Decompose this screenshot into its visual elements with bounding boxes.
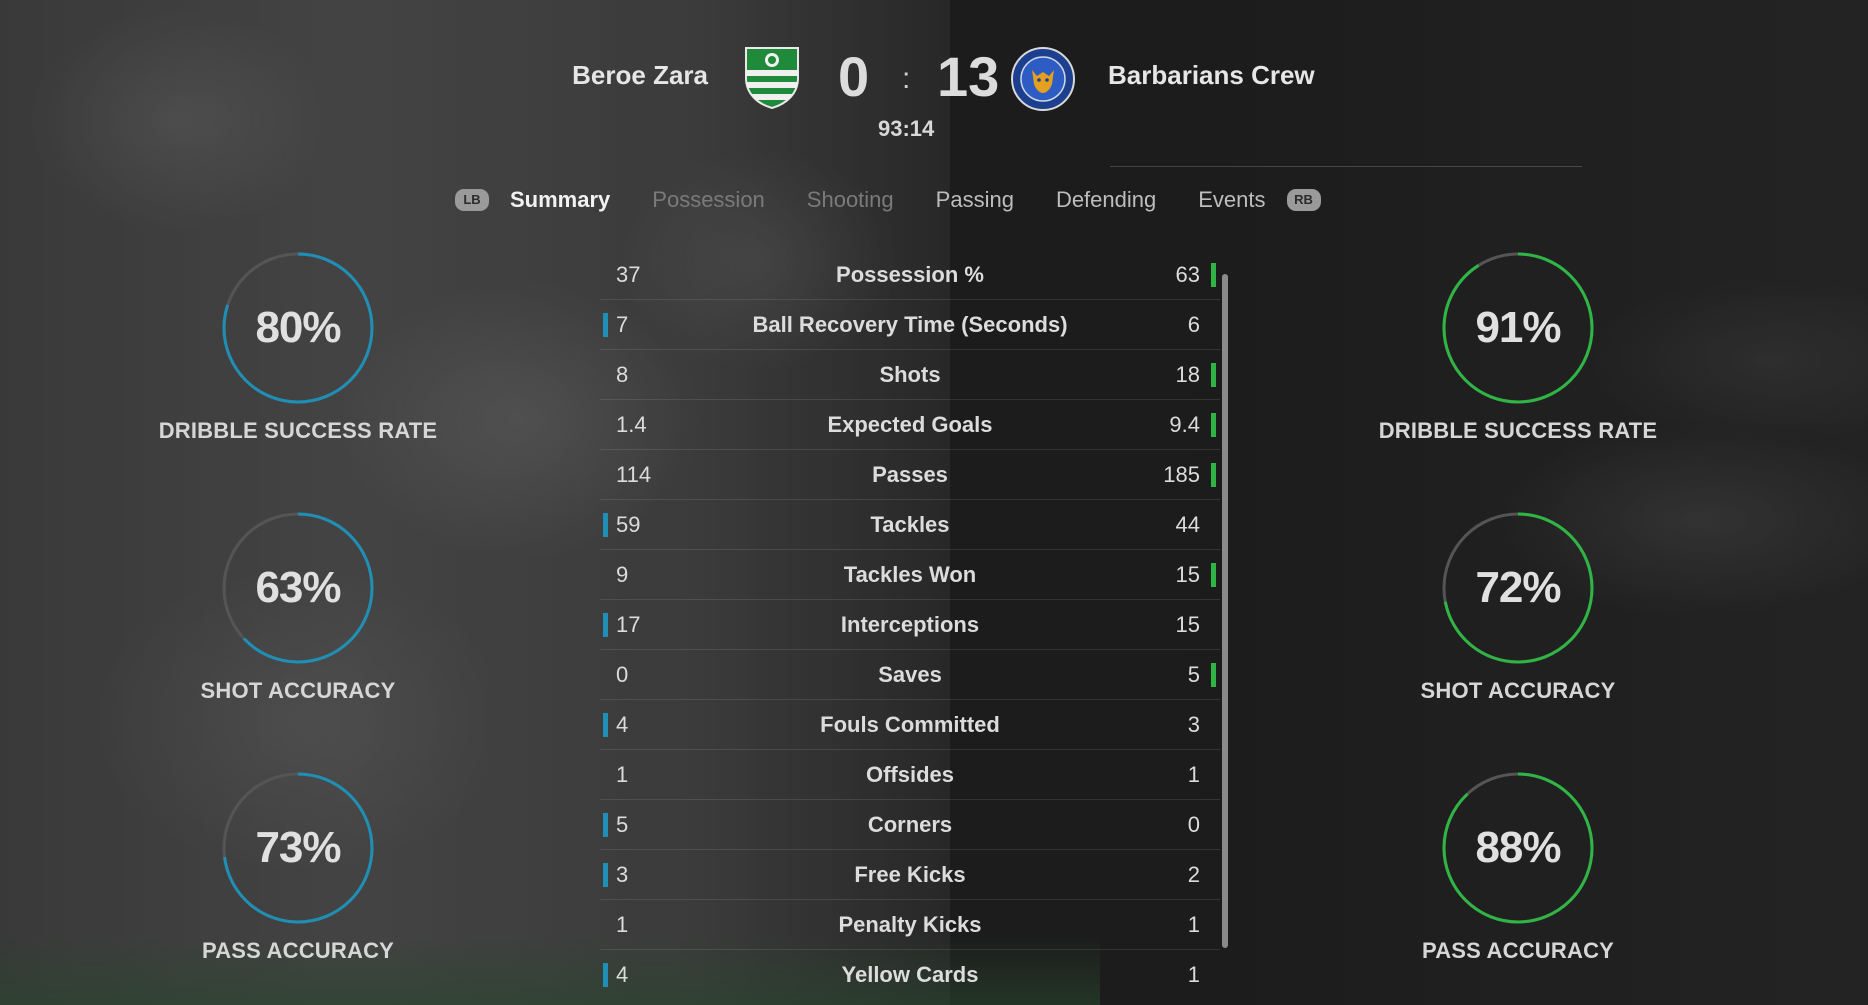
stat-name: Fouls Committed — [820, 712, 1000, 737]
away-stat-value: 63 — [1175, 262, 1200, 287]
stat-name: Corners — [867, 812, 953, 837]
away-stat-value: 3 — [1187, 712, 1200, 737]
ring-value: 63% — [255, 563, 341, 612]
score-separator: : — [902, 62, 911, 95]
ring-label: PASS ACCURACY — [1421, 938, 1615, 963]
stats-tab-bar: LB Summary Possession Shooting Passing D… — [455, 183, 1321, 217]
away-leader-bar — [1211, 363, 1216, 387]
away-leader-bar — [1211, 563, 1216, 587]
stat-row: 1 Offsides 1 — [600, 750, 1220, 800]
ring-value: 72% — [1475, 563, 1561, 612]
stat-name: Tackles Won — [843, 562, 977, 587]
ring-value: 73% — [255, 823, 341, 872]
away-leader-bar — [1211, 463, 1216, 487]
match-clock: 93:14 — [878, 116, 935, 141]
away-stat-value: 6 — [1187, 312, 1200, 337]
stat-row: 5 Corners 0 — [600, 800, 1220, 850]
stat-row: 17 Interceptions 15 — [600, 600, 1220, 650]
stat-row: 8 Shots 18 — [600, 350, 1220, 400]
stat-name: Interceptions — [840, 612, 980, 637]
away-stat-value: 15 — [1175, 612, 1200, 637]
stat-name: Free Kicks — [854, 862, 966, 887]
tab-events[interactable]: Events — [1198, 187, 1265, 213]
away-stat-value: 18 — [1175, 362, 1200, 387]
tab-defending[interactable]: Defending — [1056, 187, 1156, 213]
stat-row: 59 Tackles 44 — [600, 500, 1220, 550]
away-stat-value: 44 — [1175, 512, 1200, 537]
home-dribble-ring: 80% — [218, 248, 378, 408]
stat-row: 1.4 Expected Goals 9.4 — [600, 400, 1220, 450]
tab-summary[interactable]: Summary — [510, 187, 610, 213]
away-stat-value: 9.4 — [1169, 412, 1200, 437]
home-team-name: Beroe Zara — [572, 60, 708, 90]
rb-bumper-icon[interactable]: RB — [1286, 189, 1321, 211]
home-pass-ring: 73% — [218, 768, 378, 928]
tab-possession[interactable]: Possession — [652, 187, 765, 213]
ring-label: SHOT ACCURACY — [200, 678, 396, 703]
ring-label: DRIBBLE SUCCESS RATE — [1378, 418, 1658, 443]
stat-name: Ball Recovery Time (Seconds) — [752, 312, 1068, 337]
stat-name: Offsides — [865, 762, 955, 787]
stat-name: Shots — [879, 362, 941, 387]
stat-row: 9 Tackles Won 15 — [600, 550, 1220, 600]
ring-label: DRIBBLE SUCCESS RATE — [158, 418, 438, 443]
stat-name: Expected Goals — [827, 412, 993, 437]
away-leader-bar — [1211, 663, 1216, 687]
away-pass-ring: 88% — [1438, 768, 1598, 928]
stats-scrollbar[interactable] — [1222, 274, 1228, 948]
ring-label: PASS ACCURACY — [201, 938, 395, 963]
away-stat-value: 1 — [1187, 962, 1200, 987]
away-score: 13 — [937, 45, 1000, 108]
stat-name: Tackles — [870, 512, 950, 537]
stat-name: Penalty Kicks — [838, 912, 982, 937]
stat-row: 3 Free Kicks 2 — [600, 850, 1220, 900]
away-stat-value: 5 — [1187, 662, 1200, 687]
stat-row: 4 Fouls Committed 3 — [600, 700, 1220, 750]
header-divider — [1110, 166, 1582, 167]
stat-name: Yellow Cards — [841, 962, 979, 987]
away-crest-icon — [1010, 46, 1076, 112]
stat-row: 1 Penalty Kicks 1 — [600, 900, 1220, 950]
away-leader-bar — [1211, 413, 1216, 437]
tab-shooting[interactable]: Shooting — [807, 187, 894, 213]
stat-name: Passes — [872, 462, 948, 487]
stat-row: 4 Yellow Cards 1 — [600, 950, 1220, 999]
away-shot-ring: 72% — [1438, 508, 1598, 668]
stat-row: 0 Saves 5 — [600, 650, 1220, 700]
away-stat-value: 1 — [1187, 912, 1200, 937]
ring-value: 91% — [1475, 303, 1561, 352]
ring-label: SHOT ACCURACY — [1420, 678, 1616, 703]
ring-value: 80% — [255, 303, 341, 352]
away-stat-value: 15 — [1175, 562, 1200, 587]
stat-row: 114 Passes 185 — [600, 450, 1220, 500]
home-score: 0 — [838, 45, 870, 108]
home-shot-ring: 63% — [218, 508, 378, 668]
stat-row: 37 Possession % 63 — [600, 250, 1220, 300]
stat-row: 7 Ball Recovery Time (Seconds) 6 — [600, 300, 1220, 350]
away-leader-bar — [1211, 263, 1216, 287]
away-stat-value: 2 — [1187, 862, 1200, 887]
away-stat-value: 0 — [1187, 812, 1200, 837]
ring-value: 88% — [1475, 823, 1561, 872]
stat-name: Possession % — [836, 262, 984, 287]
away-stat-value: 185 — [1163, 462, 1200, 487]
away-dribble-ring: 91% — [1438, 248, 1598, 408]
away-stat-value: 1 — [1187, 762, 1200, 787]
stats-table: 37 Possession % 63 7 Ball Recovery Time (Se… — [600, 250, 1220, 999]
stat-name: Saves — [878, 662, 942, 687]
tab-passing[interactable]: Passing — [936, 187, 1014, 213]
away-team-name: Barbarians Crew — [1108, 60, 1315, 90]
match-header: Beroe Zara 0 : 13 Barbarians Crew 93:14 — [0, 40, 1868, 167]
home-crest-icon — [742, 44, 802, 110]
lb-bumper-icon[interactable]: LB — [455, 189, 489, 211]
